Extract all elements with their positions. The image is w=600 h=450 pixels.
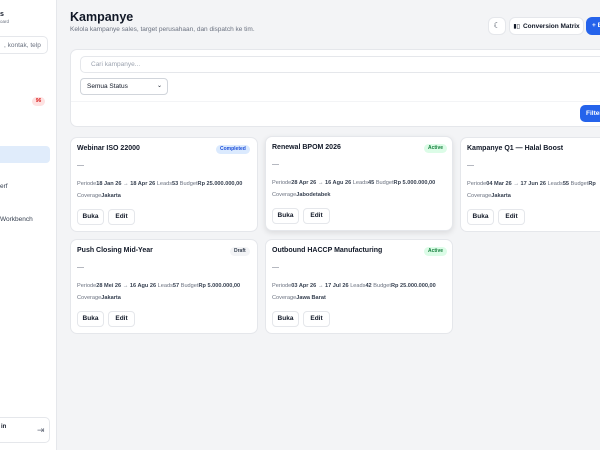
- sidebar-search-input[interactable]: , kontak, telp: [0, 36, 48, 54]
- status-badge: Active: [424, 144, 448, 153]
- campaign-card: Outbound HACCP Manufacturing Active — Pe…: [265, 239, 453, 334]
- chart-bar-icon: ▮▯: [513, 23, 520, 30]
- sidebar-item-active[interactable]: [0, 146, 50, 163]
- campaign-meta: Periode04 Mar 26 → 17 Jun 26 Leads55 Bud…: [467, 181, 596, 187]
- page-subtitle: Kelola kampanye sales, target perusahaan…: [70, 26, 255, 33]
- page-title: Kampanye: [70, 10, 134, 24]
- campaign-search-input[interactable]: [80, 56, 600, 73]
- campaign-title: Kampanye Q1 — Halal Boost: [467, 145, 564, 152]
- campaign-coverage: CoverageJakarta: [467, 193, 511, 199]
- sidebar: s oard , kontak, telp 96 erf Workbench i…: [0, 0, 57, 450]
- notification-count-badge: 96: [32, 97, 45, 106]
- status-filter-value: Semua Status: [87, 83, 128, 90]
- moon-icon: ☾: [493, 21, 501, 30]
- campaign-title: Outbound HACCP Manufacturing: [272, 247, 383, 254]
- campaign-card: Kampanye Q1 — Halal Boost — Periode04 Ma…: [460, 137, 600, 232]
- campaign-meta: Periode18 Jan 26 → 18 Apr 26 Leads53 Bud…: [77, 181, 243, 187]
- campaign-coverage: CoverageJakarta: [77, 193, 121, 199]
- campaign-meta: Periode28 Mei 26 → 16 Agu 26 Leads57 Bud…: [77, 283, 241, 289]
- campaign-coverage: CoverageJabodetabek: [272, 192, 331, 198]
- conversion-matrix-button[interactable]: ▮▯ Conversion Matrix: [509, 17, 584, 35]
- campaign-description: —: [272, 161, 279, 168]
- status-badge: Active: [424, 247, 448, 256]
- campaign-card: Push Closing Mid-Year Draft — Periode28 …: [70, 239, 258, 334]
- sidebar-search-placeholder: , kontak, telp: [4, 42, 41, 49]
- sidebar-item-workbench[interactable]: Workbench: [0, 216, 33, 223]
- campaign-meta: Periode03 Apr 26 → 17 Jul 26 Leads42 Bud…: [272, 283, 436, 289]
- edit-campaign-button[interactable]: Edit: [108, 209, 135, 225]
- status-badge: Draft: [230, 247, 250, 256]
- campaign-description: —: [77, 264, 84, 271]
- conversion-matrix-label: Conversion Matrix: [522, 22, 580, 30]
- sidebar-brand: s: [0, 11, 4, 18]
- edit-campaign-button[interactable]: Edit: [108, 311, 135, 327]
- filter-panel: Semua Status ⌄ Filter: [70, 49, 600, 127]
- theme-toggle-button[interactable]: ☾: [488, 17, 506, 35]
- sidebar-item-perf[interactable]: erf: [0, 183, 8, 190]
- status-filter-select[interactable]: Semua Status ⌄: [80, 78, 168, 95]
- campaign-description: —: [467, 162, 474, 169]
- edit-campaign-button[interactable]: Edit: [303, 311, 330, 327]
- campaign-title: Push Closing Mid-Year: [77, 247, 153, 254]
- open-campaign-button[interactable]: Buka: [467, 209, 494, 225]
- campaign-coverage: CoverageJakarta: [77, 295, 121, 301]
- user-name: in: [1, 424, 7, 430]
- edit-campaign-button[interactable]: Edit: [303, 208, 330, 224]
- campaign-card: Renewal BPOM 2026 Active — Periode28 Apr…: [265, 136, 453, 231]
- campaign-description: —: [77, 162, 84, 169]
- chevron-down-icon: ⌄: [156, 83, 162, 89]
- status-badge: Completed: [216, 145, 250, 154]
- main-content: Kampanye Kelola kampanye sales, target p…: [57, 0, 600, 450]
- filter-button[interactable]: Filter: [580, 105, 600, 122]
- campaign-title: Renewal BPOM 2026: [272, 144, 341, 151]
- edit-campaign-button[interactable]: Edit: [498, 209, 525, 225]
- campaign-meta: Periode28 Apr 26 → 16 Agu 26 Leads45 Bud…: [272, 180, 436, 186]
- open-campaign-button[interactable]: Buka: [77, 311, 104, 327]
- open-campaign-button[interactable]: Buka: [272, 311, 299, 327]
- user-card[interactable]: in ⇥: [0, 417, 50, 443]
- logout-icon[interactable]: ⇥: [37, 425, 45, 436]
- filter-divider: [71, 101, 600, 102]
- open-campaign-button[interactable]: Buka: [77, 209, 104, 225]
- campaign-title: Webinar ISO 22000: [77, 145, 140, 152]
- campaign-coverage: CoverageJawa Barat: [272, 295, 326, 301]
- campaign-card: Webinar ISO 22000 Completed — Periode18 …: [70, 137, 258, 232]
- campaign-description: —: [272, 264, 279, 271]
- open-campaign-button[interactable]: Buka: [272, 208, 299, 224]
- add-campaign-button[interactable]: + B: [586, 17, 600, 35]
- sidebar-brand-subtitle: oard: [0, 19, 10, 24]
